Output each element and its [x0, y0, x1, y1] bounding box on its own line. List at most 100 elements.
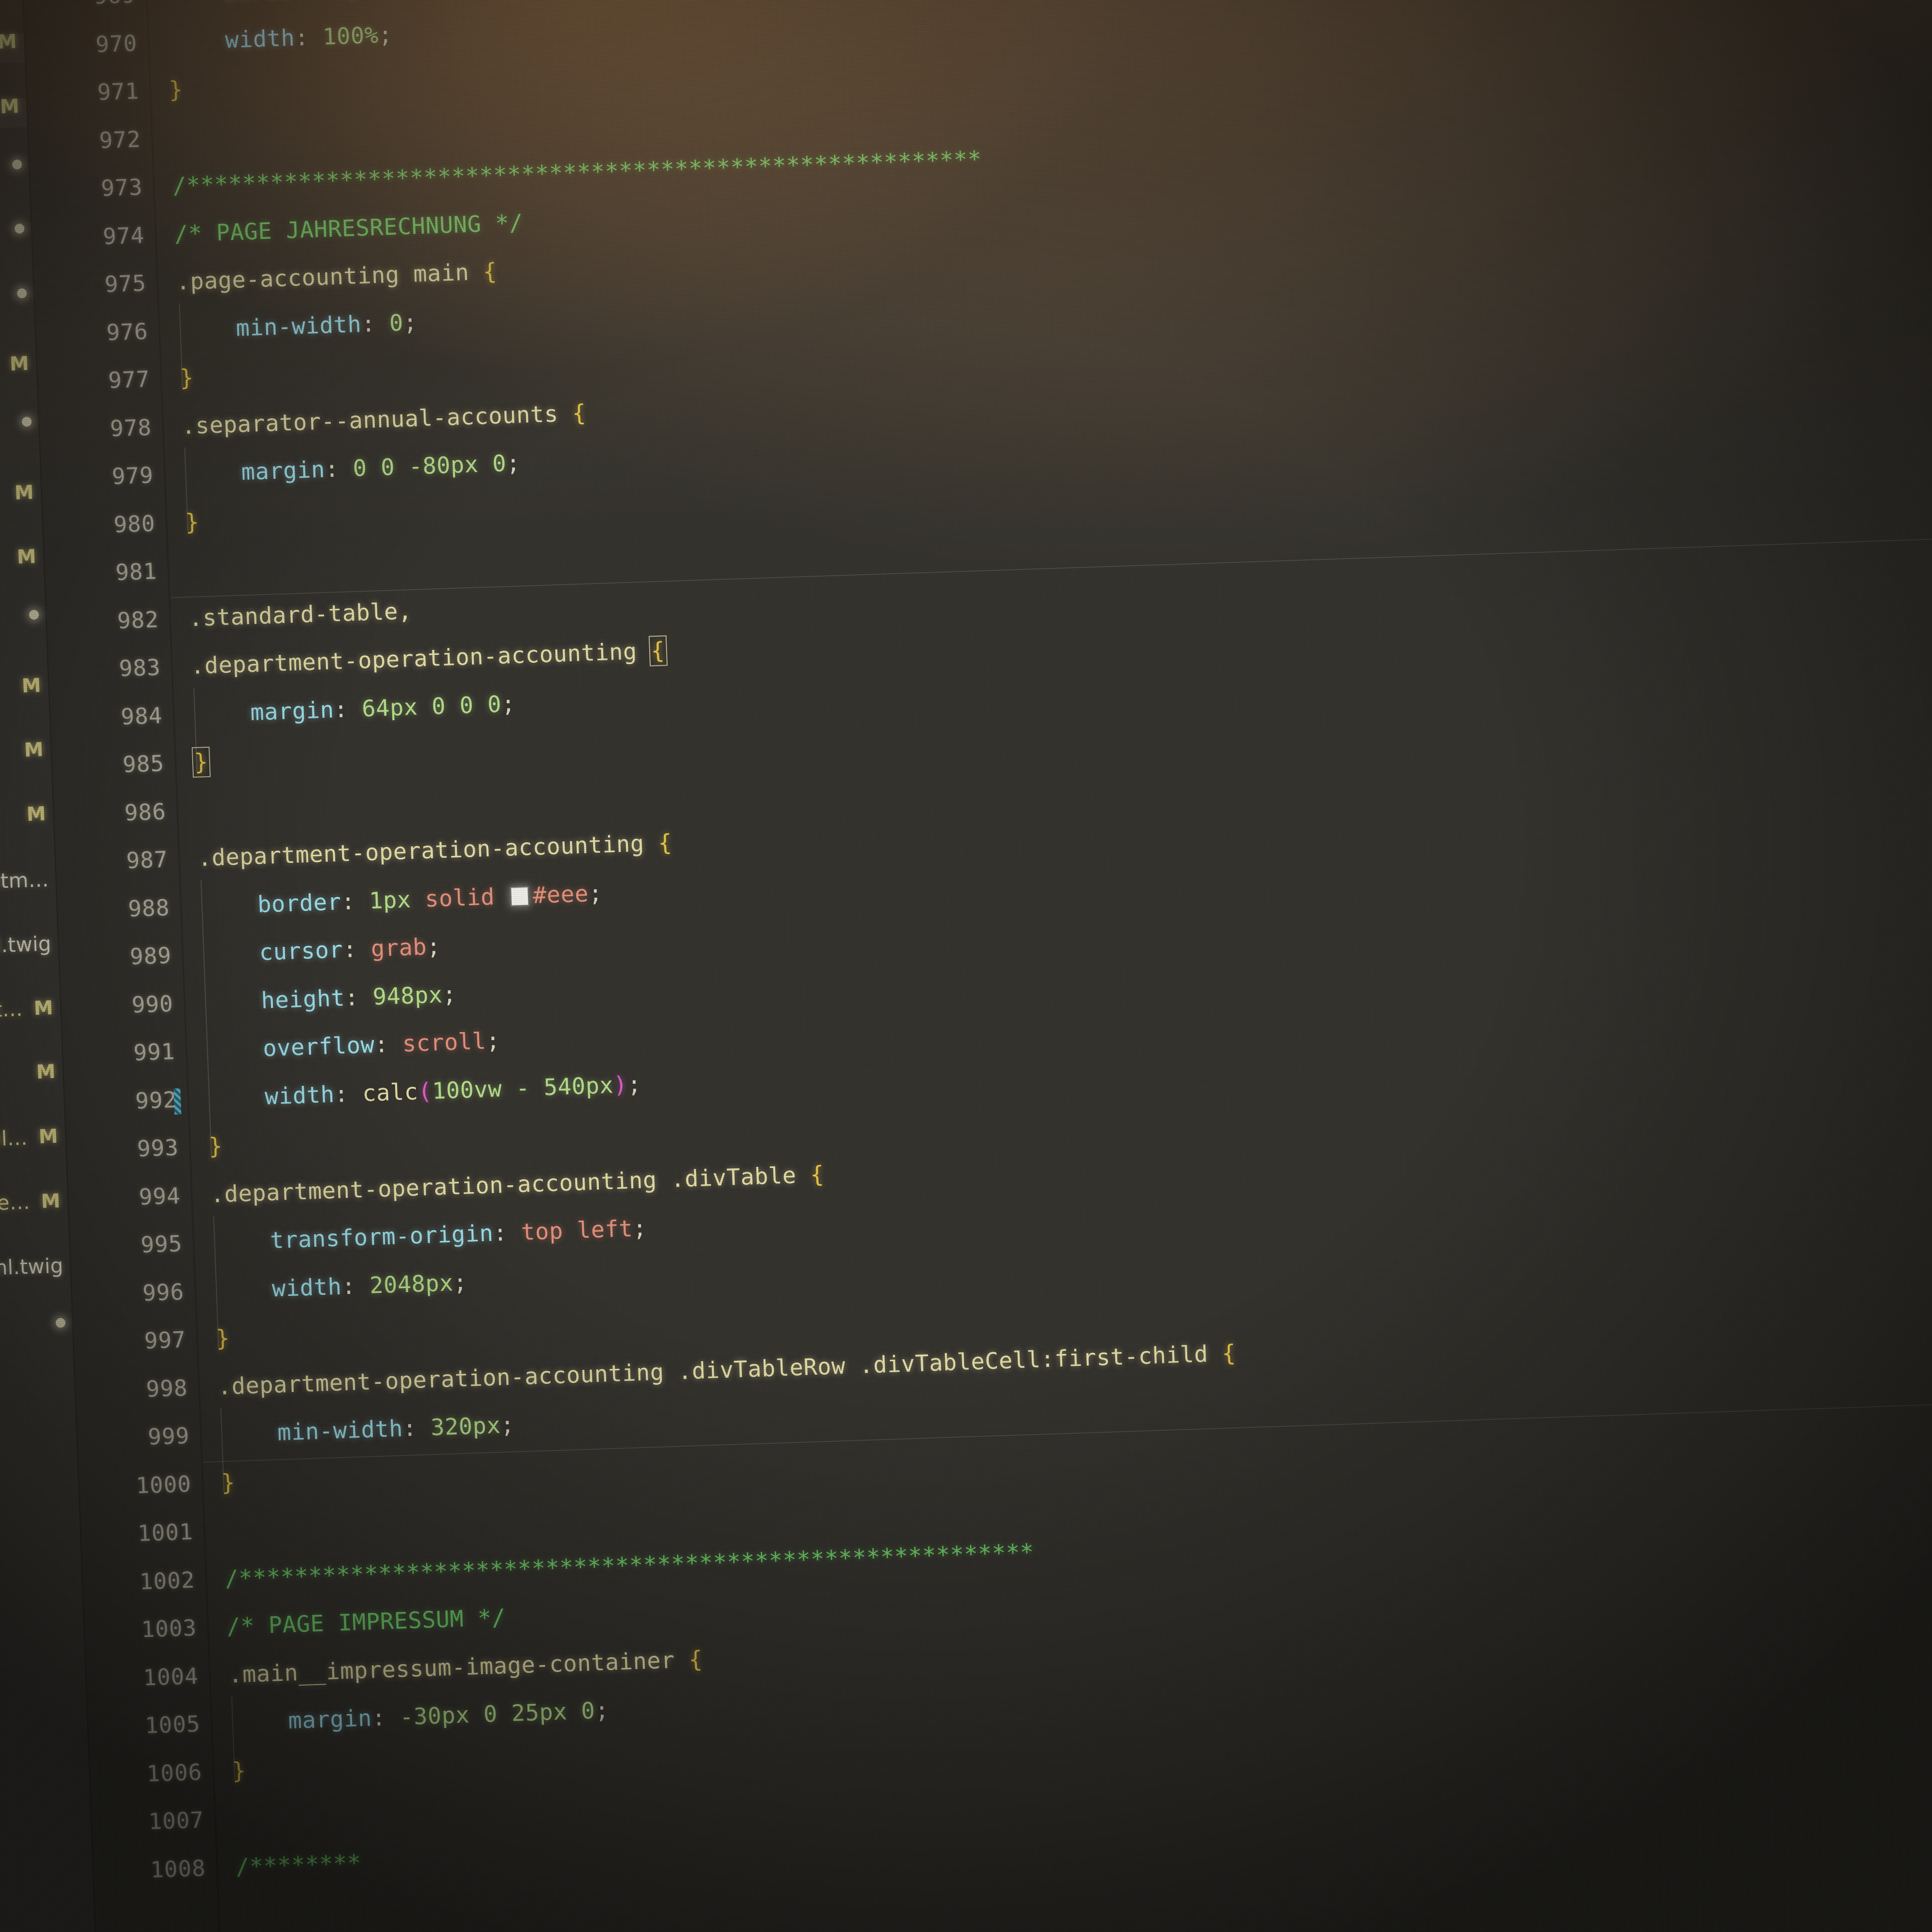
sidebar-item-7[interactable]: M: [9, 353, 30, 375]
code-token: :: [334, 1080, 363, 1108]
line-number: 971: [97, 78, 140, 105]
code-token: /***************************************…: [172, 146, 982, 199]
line-number: 1007: [148, 1806, 205, 1835]
sidebar-item-10[interactable]: M: [16, 546, 37, 568]
line-number: 983: [118, 654, 161, 682]
sidebar-item-16[interactable]: html.twig: [0, 932, 52, 959]
code-line[interactable]: cursor: grab;: [259, 933, 441, 966]
line-number: 994: [138, 1182, 181, 1210]
code-token: ;: [588, 880, 603, 907]
sidebar-item-12[interactable]: M: [21, 674, 42, 697]
line-number: 1006: [146, 1759, 203, 1787]
code-line[interactable]: margin: 0 0 -80px 0;: [241, 450, 521, 485]
line-number: 970: [95, 29, 138, 57]
code-token: :: [371, 1704, 400, 1732]
code-token: 100%: [322, 22, 379, 50]
code-line[interactable]: .department-operation-accounting {: [190, 635, 668, 680]
sidebar-item-6[interactable]: [16, 288, 27, 298]
code-line[interactable]: }: [185, 509, 199, 536]
code-token: {: [657, 829, 673, 857]
code-line[interactable]: margin: 64px 0 0 0;: [250, 690, 516, 725]
modified-badge: M: [36, 1060, 56, 1083]
line-number: 976: [106, 318, 149, 346]
code-token: ;: [627, 1071, 642, 1098]
code-line[interactable]: .separator--annual-accounts {: [181, 399, 587, 440]
code-line[interactable]: width: 2048px;: [271, 1269, 468, 1302]
sidebar-item-20[interactable]: plate… M: [0, 1189, 61, 1216]
code-line[interactable]: /***************************************…: [224, 1539, 1034, 1592]
unsaved-dot-icon: [12, 159, 22, 170]
code-token: border: [257, 888, 342, 918]
unsaved-dot-icon: [14, 224, 25, 234]
sidebar-item-3[interactable]: M: [0, 95, 20, 118]
sidebar-item-5[interactable]: [14, 224, 25, 234]
code-line[interactable]: .department-operation-accounting .divTab…: [217, 1340, 1236, 1400]
code-line[interactable]: }: [215, 1325, 230, 1352]
code-line[interactable]: .main__impressum-image-container {: [228, 1646, 703, 1689]
code-line[interactable]: }: [191, 746, 211, 778]
code-token: .main__impressum-image-container: [227, 1646, 690, 1689]
code-token: {: [1221, 1339, 1236, 1367]
sidebar-item-21[interactable]: html.twig: [0, 1253, 64, 1280]
modified-badge: M: [9, 352, 29, 376]
code-line[interactable]: }: [169, 76, 184, 103]
code-line[interactable]: height: 948px;: [261, 981, 457, 1014]
code-line[interactable]: margin: -30px 0 25px 0;: [288, 1697, 610, 1734]
code-token: /***************************************…: [224, 1538, 1035, 1592]
code-token: {: [571, 399, 587, 427]
code-line[interactable]: border: 1px solid #000;: [223, 0, 568, 5]
code-token: border: [223, 0, 307, 5]
code-line[interactable]: .page-accounting main {: [176, 258, 497, 296]
sidebar-item-8[interactable]: [21, 417, 32, 427]
code-line[interactable]: }: [221, 1469, 236, 1496]
line-number: 992: [135, 1086, 178, 1114]
code-token: solid: [424, 883, 496, 912]
code-line[interactable]: width: calc(100vw - 540px);: [264, 1071, 642, 1110]
code-line[interactable]: /* PAGE IMPRESSUM */: [226, 1605, 506, 1640]
code-line[interactable]: /********: [235, 1849, 362, 1880]
code-token: transform-origin: [270, 1220, 494, 1254]
sidebar-item-19[interactable]: html… M: [0, 1125, 59, 1151]
code-token: 1px: [334, 0, 377, 1]
code-token: margin: [241, 456, 326, 486]
code-line[interactable]: overflow: scroll;: [262, 1027, 500, 1062]
code-token: .department-operation-accounting: [190, 638, 652, 680]
modified-badge: M: [41, 1190, 61, 1213]
code-line[interactable]: min-width: 320px;: [277, 1412, 515, 1446]
sidebar-item-22[interactable]: [56, 1318, 66, 1328]
code-line[interactable]: border: 1px solid #eee;: [257, 880, 603, 918]
unsaved-dot-icon: [16, 288, 27, 298]
sidebar-item-9[interactable]: M: [14, 481, 35, 504]
sidebar-item-13[interactable]: M: [23, 739, 44, 761]
code-line[interactable]: transform-origin: top left;: [270, 1215, 647, 1254]
code-token: :: [344, 983, 373, 1011]
code-line[interactable]: .standard-table,: [188, 597, 412, 631]
sidebar-item-14[interactable]: M: [26, 803, 47, 826]
sidebar-item-17[interactable]: ml.t… M: [0, 996, 54, 1023]
code-line[interactable]: }: [179, 365, 194, 392]
unsaved-dot-icon: [56, 1318, 66, 1328]
sidebar-item-18[interactable]: M: [35, 1060, 57, 1083]
code-token: -30px 0 25px 0: [399, 1697, 596, 1731]
sidebar-item-15[interactable]: hrung.htm…: [0, 867, 49, 895]
sidebar-item-4[interactable]: [12, 159, 22, 170]
code-line[interactable]: /* PAGE JAHRESRECHNUNG */: [174, 209, 524, 247]
code-token: 100vw - 540px: [431, 1072, 614, 1105]
code-line[interactable]: }: [208, 1133, 223, 1160]
code-line[interactable]: /***************************************…: [172, 146, 982, 199]
sidebar-item-11[interactable]: [29, 610, 39, 620]
code-token: :: [333, 695, 363, 723]
code-line[interactable]: .department-operation-accounting .divTab…: [210, 1161, 825, 1208]
code-token: /********: [235, 1849, 362, 1880]
line-number: 986: [124, 798, 167, 826]
modified-badge: M: [14, 481, 34, 504]
code-token: 1px: [369, 886, 412, 914]
line-number: 997: [143, 1326, 186, 1354]
code-line[interactable]: .department-operation-accounting {: [197, 829, 672, 872]
code-line[interactable]: width: 100%;: [225, 21, 393, 53]
code-line[interactable]: min-width: 0;: [235, 309, 418, 341]
code-line[interactable]: }: [231, 1757, 246, 1784]
sidebar-item-2[interactable]: M: [0, 31, 18, 54]
line-number: 1000: [135, 1470, 192, 1499]
code-area[interactable]: border: 1px solid #000; width: 100%;} /***…: [145, 0, 1932, 1932]
